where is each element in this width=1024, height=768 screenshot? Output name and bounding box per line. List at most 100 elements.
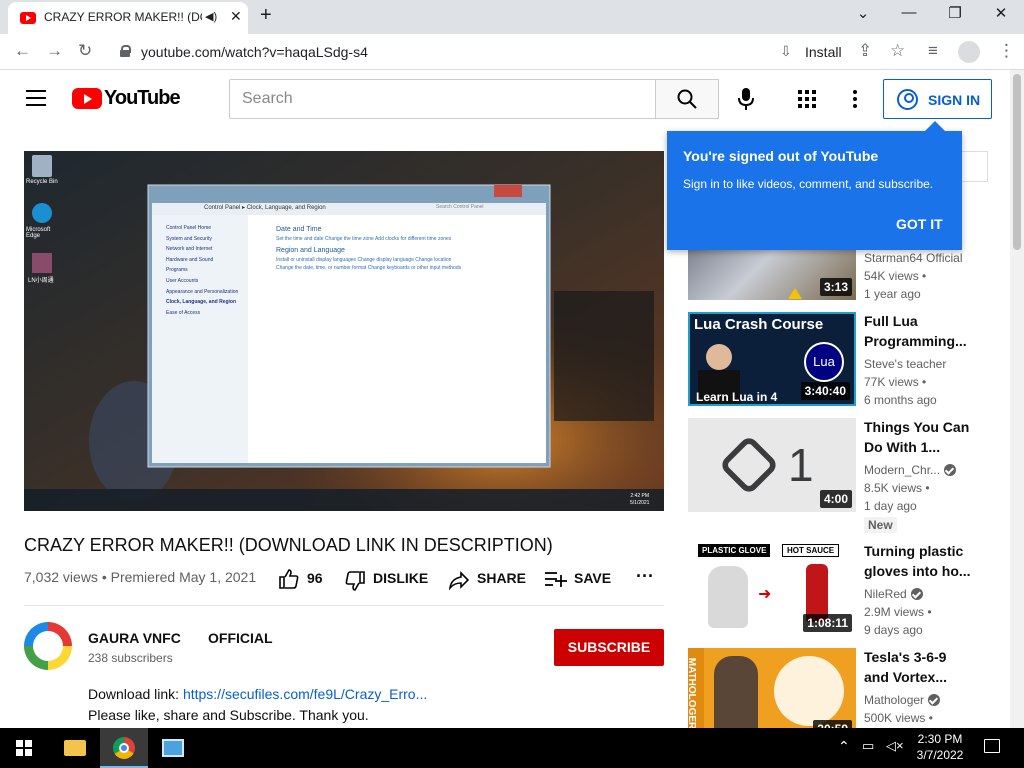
- search-box[interactable]: [229, 79, 656, 119]
- back-arrow-icon[interactable]: ←: [14, 41, 31, 61]
- desktop-icon-label: Microsoft Edge: [26, 227, 51, 239]
- reload-icon[interactable]: ↻: [78, 41, 92, 61]
- sidebar-title[interactable]: Things You Can Do With 1...: [864, 417, 974, 457]
- channel-avatar[interactable]: [24, 622, 72, 670]
- download-link[interactable]: https://secufiles.com/fe9L/Crazy_Erro...: [183, 686, 427, 702]
- speaker-icon[interactable]: ◀): [205, 10, 217, 23]
- address-bar[interactable]: youtube.com/watch?v=haqaLSdg-s4: [108, 38, 914, 66]
- youtube-logo-text[interactable]: YouTube: [104, 87, 181, 110]
- taskbar-clock[interactable]: 2:30 PM 3/7/2022: [912, 731, 968, 763]
- taskbar-time: 2:30 PM: [917, 732, 963, 746]
- region-links: Install or uninstall display languages C…: [276, 257, 452, 263]
- save-button[interactable]: SAVE: [574, 570, 611, 586]
- sign-in-button[interactable]: SIGN IN: [883, 79, 992, 119]
- windows-start-icon[interactable]: [16, 740, 32, 756]
- tab-search-chevron-icon[interactable]: ⌄: [843, 4, 883, 22]
- channel-name[interactable]: GAURA VNFC: [88, 630, 181, 646]
- share-button[interactable]: SHARE: [477, 570, 526, 586]
- desktop-icon-label: LN小周通: [28, 278, 54, 284]
- account-circle-icon: [897, 89, 918, 110]
- nav-link: Clock, Language, and Region: [166, 299, 237, 306]
- file-explorer-icon[interactable]: [64, 740, 86, 756]
- menu-dots-icon[interactable]: ⋮: [998, 41, 1015, 61]
- browser-tab[interactable]: CRAZY ERROR MAKER!! (DO ◀) ✕: [8, 2, 248, 34]
- new-badge: New: [864, 517, 897, 533]
- new-tab-button[interactable]: +: [260, 4, 272, 27]
- lock-icon[interactable]: [120, 45, 131, 57]
- filter-chip[interactable]: [962, 151, 988, 182]
- nav-link: Appearance and Personalization: [166, 288, 239, 295]
- sidebar-title[interactable]: Turning plastic gloves into ho...: [864, 541, 974, 581]
- forward-arrow-icon[interactable]: →: [46, 41, 63, 61]
- bookmark-star-icon[interactable]: ☆: [890, 41, 905, 61]
- nav-link: Hardware and Sound: [166, 256, 214, 263]
- dislike-button[interactable]: DISLIKE: [373, 570, 428, 586]
- youtube-header: YouTube SIGN IN: [0, 70, 1010, 128]
- sidebar-channel[interactable]: Starman64 Official: [864, 251, 963, 265]
- volume-muted-icon[interactable]: ◁×: [886, 738, 904, 754]
- nav-link: Control Panel Home: [166, 225, 212, 231]
- more-actions-icon[interactable]: ···: [636, 566, 654, 587]
- youtube-logo-icon[interactable]: [72, 88, 102, 109]
- taskbar-date: 3/7/2022: [916, 748, 964, 762]
- sidebar-channel[interactable]: Modern_Chr...: [864, 463, 957, 477]
- like-count[interactable]: 96: [307, 570, 323, 586]
- channel-official-label: OFFICIAL: [208, 630, 273, 646]
- sidebar-age: 9 days ago: [864, 623, 923, 637]
- search-input[interactable]: [230, 80, 655, 118]
- thumbnail-title: Lua Crash Course: [694, 316, 824, 333]
- popup-body: Sign in to like videos, comment, and sub…: [683, 177, 934, 191]
- got-it-button[interactable]: GOT IT: [896, 216, 943, 232]
- media-queue-icon[interactable]: ≡: [928, 41, 938, 61]
- microphone-icon[interactable]: [738, 88, 754, 110]
- show-hidden-icons-chevron-icon[interactable]: ⌃: [838, 738, 850, 755]
- notification-center-icon[interactable]: [984, 739, 1000, 753]
- browser-tab-strip: CRAZY ERROR MAKER!! (DO ◀) ✕ + ⌄ — ❐ ✕: [0, 0, 1024, 34]
- sidebar-title[interactable]: Full Lua Programming...: [864, 311, 974, 351]
- sidebar-channel[interactable]: Steve's teacher: [864, 357, 946, 371]
- nav-link: Ease of Access: [166, 309, 201, 316]
- share-arrow-icon[interactable]: [449, 570, 469, 590]
- app-window-icon[interactable]: [162, 739, 184, 757]
- minimize-button[interactable]: —: [889, 4, 929, 21]
- url-text: youtube.com/watch?v=haqaLSdg-s4: [141, 44, 368, 60]
- thumbnail-number: 1: [788, 439, 814, 491]
- settings-dots-icon[interactable]: [852, 90, 858, 108]
- restore-button[interactable]: ❐: [935, 4, 975, 22]
- video-thumbnail[interactable]: 1 4:00: [688, 418, 856, 512]
- windows-taskbar: ⌃ ▭ ◁× 2:30 PM 3/7/2022: [0, 728, 1024, 768]
- scrollbar-thumb[interactable]: [1013, 74, 1021, 250]
- sidebar-views: 8.5K views •: [864, 481, 930, 495]
- video-title: CRAZY ERROR MAKER!! (DOWNLOAD LINK IN DE…: [24, 535, 553, 555]
- sidebar-channel[interactable]: NileRed: [864, 587, 923, 601]
- sidebar-views: 54K views •: [864, 269, 927, 283]
- chrome-taskbar-button[interactable]: [100, 728, 148, 768]
- sidebar-views: 2.9M views •: [864, 605, 932, 619]
- search-button[interactable]: [655, 79, 719, 119]
- network-icon[interactable]: ▭: [862, 738, 874, 754]
- apps-grid-icon[interactable]: [798, 90, 816, 108]
- control-panel-nav: Control Panel Home System and Security N…: [166, 223, 248, 318]
- install-button[interactable]: Install: [805, 44, 842, 60]
- close-tab-icon[interactable]: ✕: [230, 8, 242, 25]
- dislike-icon[interactable]: [345, 571, 365, 591]
- hamburger-menu-icon[interactable]: [26, 90, 46, 106]
- close-window-button[interactable]: ✕: [981, 4, 1021, 22]
- video-player[interactable]: Recycle Bin Microsoft Edge LN小周通 Control…: [24, 151, 664, 511]
- sidebar-channel[interactable]: Mathologer: [864, 693, 941, 707]
- share-icon[interactable]: ⇪: [858, 41, 872, 61]
- divider: [24, 605, 664, 606]
- subscribe-button[interactable]: SUBSCRIBE: [554, 629, 664, 666]
- like-icon[interactable]: [279, 569, 299, 589]
- profile-avatar-icon[interactable]: [958, 41, 980, 63]
- sidebar-title[interactable]: Tesla's 3-6-9 and Vortex...: [864, 647, 974, 687]
- save-playlist-icon[interactable]: [545, 571, 567, 587]
- description-line: Download link: https://secufiles.com/fe9…: [88, 686, 427, 702]
- video-thumbnail[interactable]: PLASTIC GLOVE HOT SAUCE ➜ 1:08:11: [688, 542, 856, 636]
- verified-check-icon: [928, 694, 941, 706]
- tab-title: CRAZY ERROR MAKER!! (DO: [44, 10, 202, 24]
- subscriber-count: 238 subscribers: [88, 651, 173, 665]
- video-thumbnail[interactable]: Lua Crash Course Lua Learn Lua in 4 3:40…: [688, 312, 856, 406]
- video-duration: 1:08:11: [803, 614, 852, 632]
- page-scrollbar[interactable]: [1010, 70, 1024, 728]
